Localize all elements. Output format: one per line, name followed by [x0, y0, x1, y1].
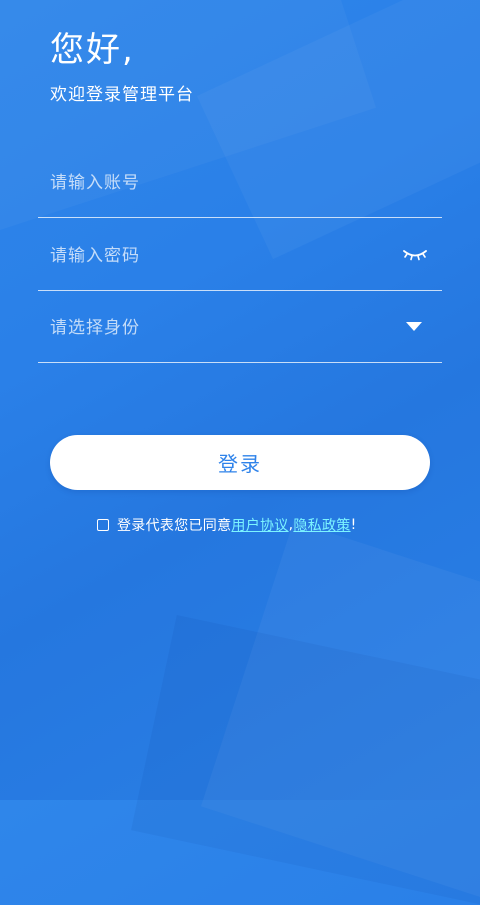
- account-input[interactable]: [50, 170, 380, 196]
- greeting-title: 您好,: [50, 30, 135, 70]
- eye-closed-icon[interactable]: [402, 244, 428, 264]
- agreement-checkbox[interactable]: [97, 519, 109, 531]
- background-shape: [131, 614, 480, 905]
- role-select-label[interactable]: 请选择身份: [50, 315, 140, 341]
- privacy-policy-link[interactable]: 隐私政策: [293, 515, 350, 535]
- login-button[interactable]: 登录: [50, 435, 430, 490]
- password-field: [38, 219, 442, 291]
- role-select[interactable]: 请选择身份: [38, 291, 442, 363]
- agreement-suffix: !: [350, 517, 357, 533]
- background-shape: [200, 520, 480, 900]
- agreement-text: 登录代表您已同意: [117, 518, 232, 534]
- account-field: [38, 146, 442, 218]
- agreement-row: 登录代表您已同意 用户协议 , 隐私政策 !: [97, 514, 357, 536]
- welcome-subtitle: 欢迎登录管理平台: [50, 85, 194, 105]
- user-agreement-link[interactable]: 用户协议: [231, 515, 288, 535]
- password-input[interactable]: [50, 243, 380, 269]
- caret-down-icon[interactable]: [406, 322, 422, 331]
